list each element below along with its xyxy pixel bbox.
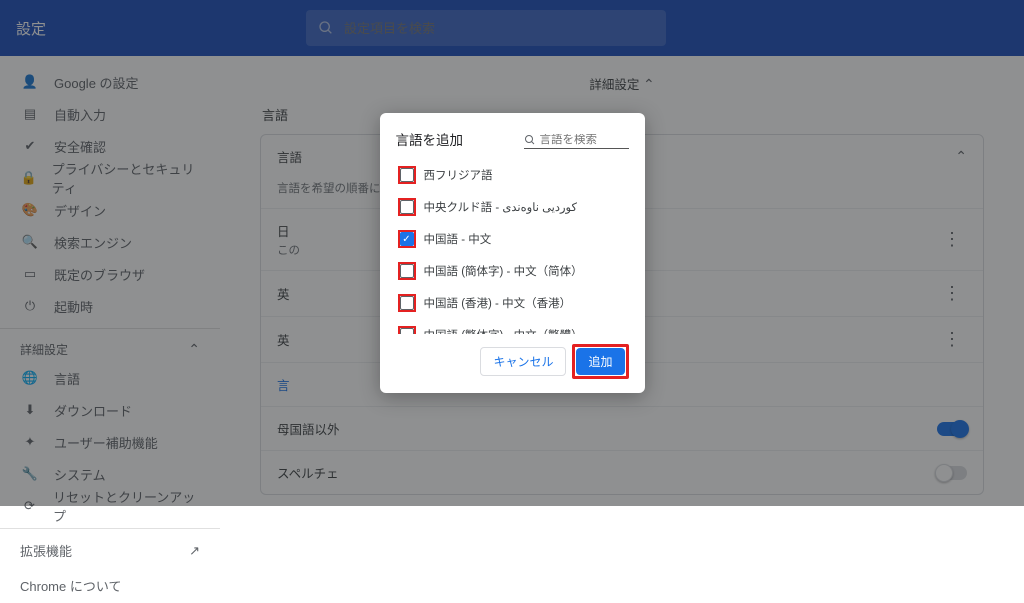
search-icon [524,134,536,146]
open-external-icon: ↗ [189,543,200,559]
dialog-search-input[interactable] [540,134,620,146]
dialog-title: 言語を追加 [396,129,464,149]
language-option[interactable]: 中国語 (香港) - 中文（香港） [396,287,625,319]
checkbox[interactable] [400,200,414,214]
checkbox[interactable] [400,328,414,334]
sidebar-extensions[interactable]: 拡張機能↗ [0,533,220,568]
dialog-search[interactable] [524,134,629,149]
add-language-dialog: 言語を追加 西フリジア語 中央クルド語 - کوردیی ناوەندی ✓中国… [380,113,645,393]
checkbox-checked[interactable]: ✓ [400,232,414,246]
language-option[interactable]: ✓中国語 - 中文 [396,223,625,255]
sidebar-about[interactable]: Chrome について [0,568,220,603]
language-option[interactable]: 中国語 (簡体字) - 中文（简体） [396,255,625,287]
add-button[interactable]: 追加 [576,348,624,375]
cancel-button[interactable]: キャンセル [480,347,566,376]
checkbox[interactable] [400,264,414,278]
checkbox[interactable] [400,296,414,310]
language-option[interactable]: 中国語 (繁体字) - 中文（繁體） [396,319,625,334]
modal-overlay: 言語を追加 西フリジア語 中央クルド語 - کوردیی ناوەندی ✓中国… [0,0,1024,506]
language-list[interactable]: 西フリジア語 中央クルド語 - کوردیی ناوەندی ✓中国語 - 中文… [396,159,629,334]
language-option[interactable]: 西フリジア語 [396,159,625,191]
language-option[interactable]: 中央クルド語 - کوردیی ناوەندی [396,191,625,223]
checkbox[interactable] [400,168,414,182]
